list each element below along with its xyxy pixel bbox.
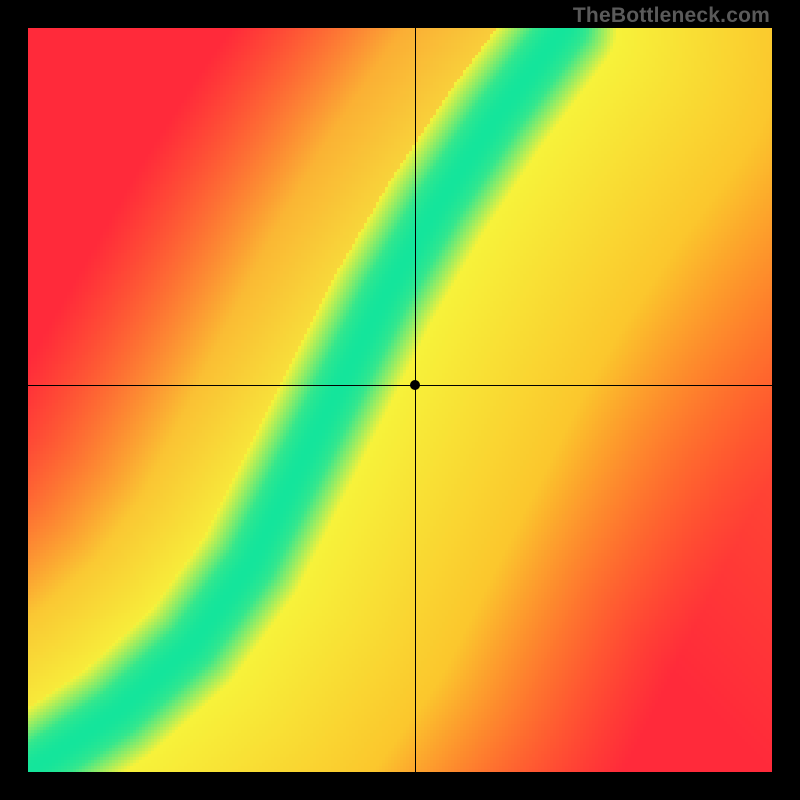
chart-frame: TheBottleneck.com bbox=[0, 0, 800, 800]
heatmap-canvas bbox=[28, 28, 772, 772]
crosshair-horizontal bbox=[28, 385, 772, 386]
heatmap-plot bbox=[28, 28, 772, 772]
watermark-text: TheBottleneck.com bbox=[573, 4, 770, 28]
crosshair-vertical bbox=[415, 28, 416, 772]
selection-marker bbox=[410, 380, 420, 390]
